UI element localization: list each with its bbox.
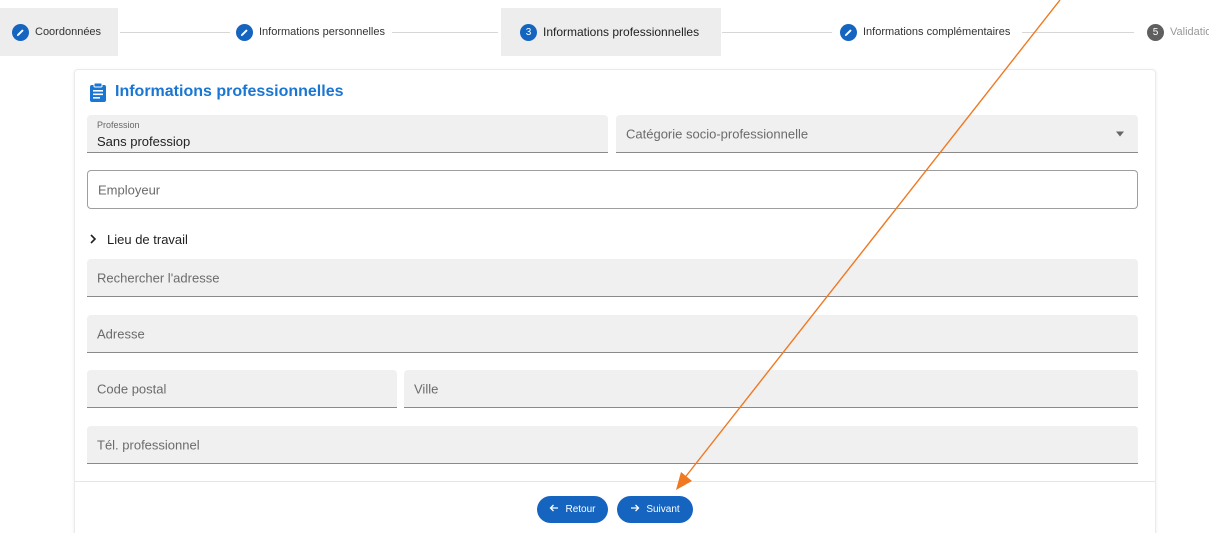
retour-button[interactable]: Retour xyxy=(537,496,608,523)
code-postal-input[interactable]: Code postal xyxy=(87,370,397,408)
retour-label: Retour xyxy=(565,504,596,515)
step-informations-professionnelles[interactable]: 3 Informations professionnelles xyxy=(501,8,721,56)
tel-professionnel-placeholder: Tél. professionnel xyxy=(97,437,200,452)
suivant-button[interactable]: Suivant xyxy=(617,496,693,523)
step-connector xyxy=(722,32,832,33)
step-label: Coordonnées xyxy=(35,26,102,38)
lieu-de-travail-toggle[interactable]: Lieu de travail xyxy=(89,232,188,247)
step-label: Informations complémentaires xyxy=(863,26,1011,38)
employeur-input[interactable]: Employeur xyxy=(87,170,1138,209)
profession-value: Sans professiop xyxy=(97,134,191,149)
ville-placeholder: Ville xyxy=(414,381,439,396)
step-label: Validatio xyxy=(1170,26,1209,38)
search-address-input[interactable]: Rechercher l'adresse xyxy=(87,259,1138,297)
search-address-placeholder: Rechercher l'adresse xyxy=(97,270,220,285)
step-number-badge: 5 xyxy=(1147,23,1164,41)
dropdown-arrow-icon xyxy=(1116,131,1124,136)
ville-input[interactable]: Ville xyxy=(404,370,1138,408)
pencil-icon xyxy=(840,23,857,41)
step-informations-complementaires[interactable]: Informations complémentaires xyxy=(840,8,1010,56)
clipboard-icon xyxy=(89,82,107,102)
adresse-input[interactable]: Adresse xyxy=(87,315,1138,353)
employeur-placeholder: Employeur xyxy=(98,182,161,197)
step-coordonnees[interactable]: Coordonnées xyxy=(0,8,118,56)
categorie-placeholder: Catégorie socio-professionnelle xyxy=(626,126,809,141)
step-number-badge: 3 xyxy=(520,23,537,41)
section-title: Informations professionnelles xyxy=(89,82,343,102)
arrow-right-icon xyxy=(630,504,640,515)
step-validation[interactable]: 5 Validatio xyxy=(1147,8,1209,56)
suivant-label: Suivant xyxy=(646,504,680,515)
profession-label: Profession xyxy=(97,120,140,130)
stepper: Coordonnées Informations personnelles 3 … xyxy=(0,8,1209,58)
adresse-placeholder: Adresse xyxy=(97,326,145,341)
lieu-de-travail-label: Lieu de travail xyxy=(107,232,188,247)
code-postal-placeholder: Code postal xyxy=(97,381,167,396)
step-connector xyxy=(120,32,230,33)
step-label: Informations personnelles xyxy=(259,26,385,38)
form-card: Informations professionnelles Profession… xyxy=(74,69,1156,533)
step-label: Informations professionnelles xyxy=(543,25,700,39)
chevron-right-icon xyxy=(89,232,97,247)
profession-field[interactable]: Profession Sans professiop xyxy=(87,115,608,153)
step-connector xyxy=(1022,32,1134,33)
categorie-select[interactable]: Catégorie socio-professionnelle xyxy=(616,115,1138,153)
tel-professionnel-input[interactable]: Tél. professionnel xyxy=(87,426,1138,464)
pencil-icon xyxy=(236,23,253,41)
pencil-icon xyxy=(12,23,29,41)
arrow-left-icon xyxy=(549,504,559,515)
step-informations-personnelles[interactable]: Informations personnelles xyxy=(236,8,385,56)
step-connector xyxy=(392,32,498,33)
section-title-text: Informations professionnelles xyxy=(115,83,344,100)
footer-divider xyxy=(75,481,1155,482)
